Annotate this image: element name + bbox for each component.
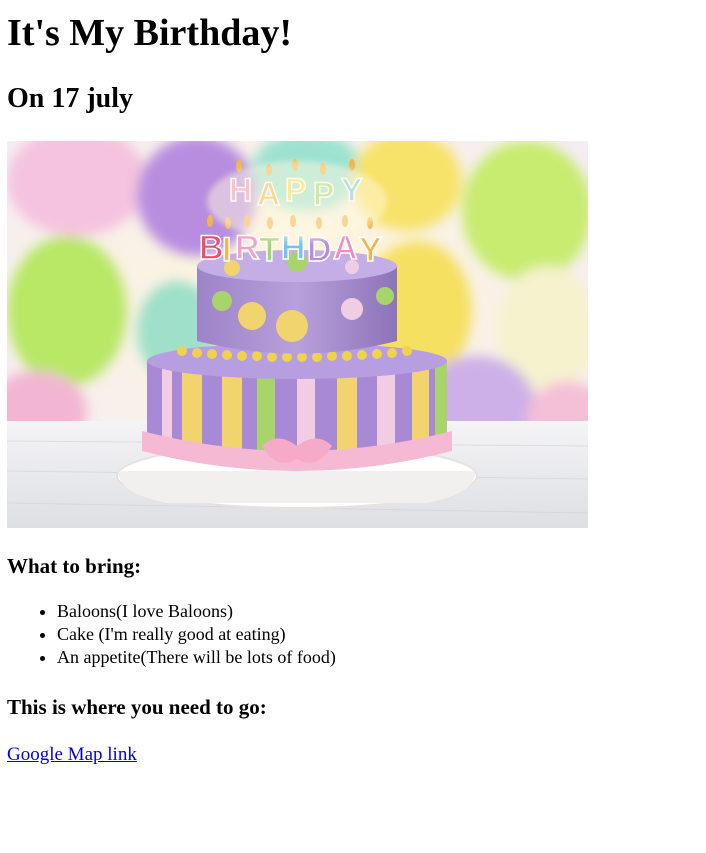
birthday-cake-image: H A P P Y B I R T H D A [7, 141, 588, 528]
directions-heading: This is where you need to go: [7, 695, 267, 719]
list-item: Baloons(I love Baloons) [57, 600, 699, 623]
list-item: Cake (I'm really good at eating) [57, 623, 699, 646]
date-heading: On 17 july [7, 83, 134, 114]
page-title: It's My Birthday! [7, 12, 292, 54]
svg-text:Y: Y [359, 231, 382, 269]
svg-text:I: I [222, 231, 231, 269]
list-item: An appetite(There will be lots of food) [57, 646, 699, 669]
bring-heading: What to bring: [7, 554, 142, 578]
page: It's My Birthday! On 17 july B I R T H D… [0, 11, 706, 853]
google-map-link[interactable]: Google Map link [7, 743, 137, 767]
bring-list: Baloons(I love Baloons) Cake (I'm really… [7, 600, 699, 669]
svg-text:B: B [199, 229, 224, 267]
